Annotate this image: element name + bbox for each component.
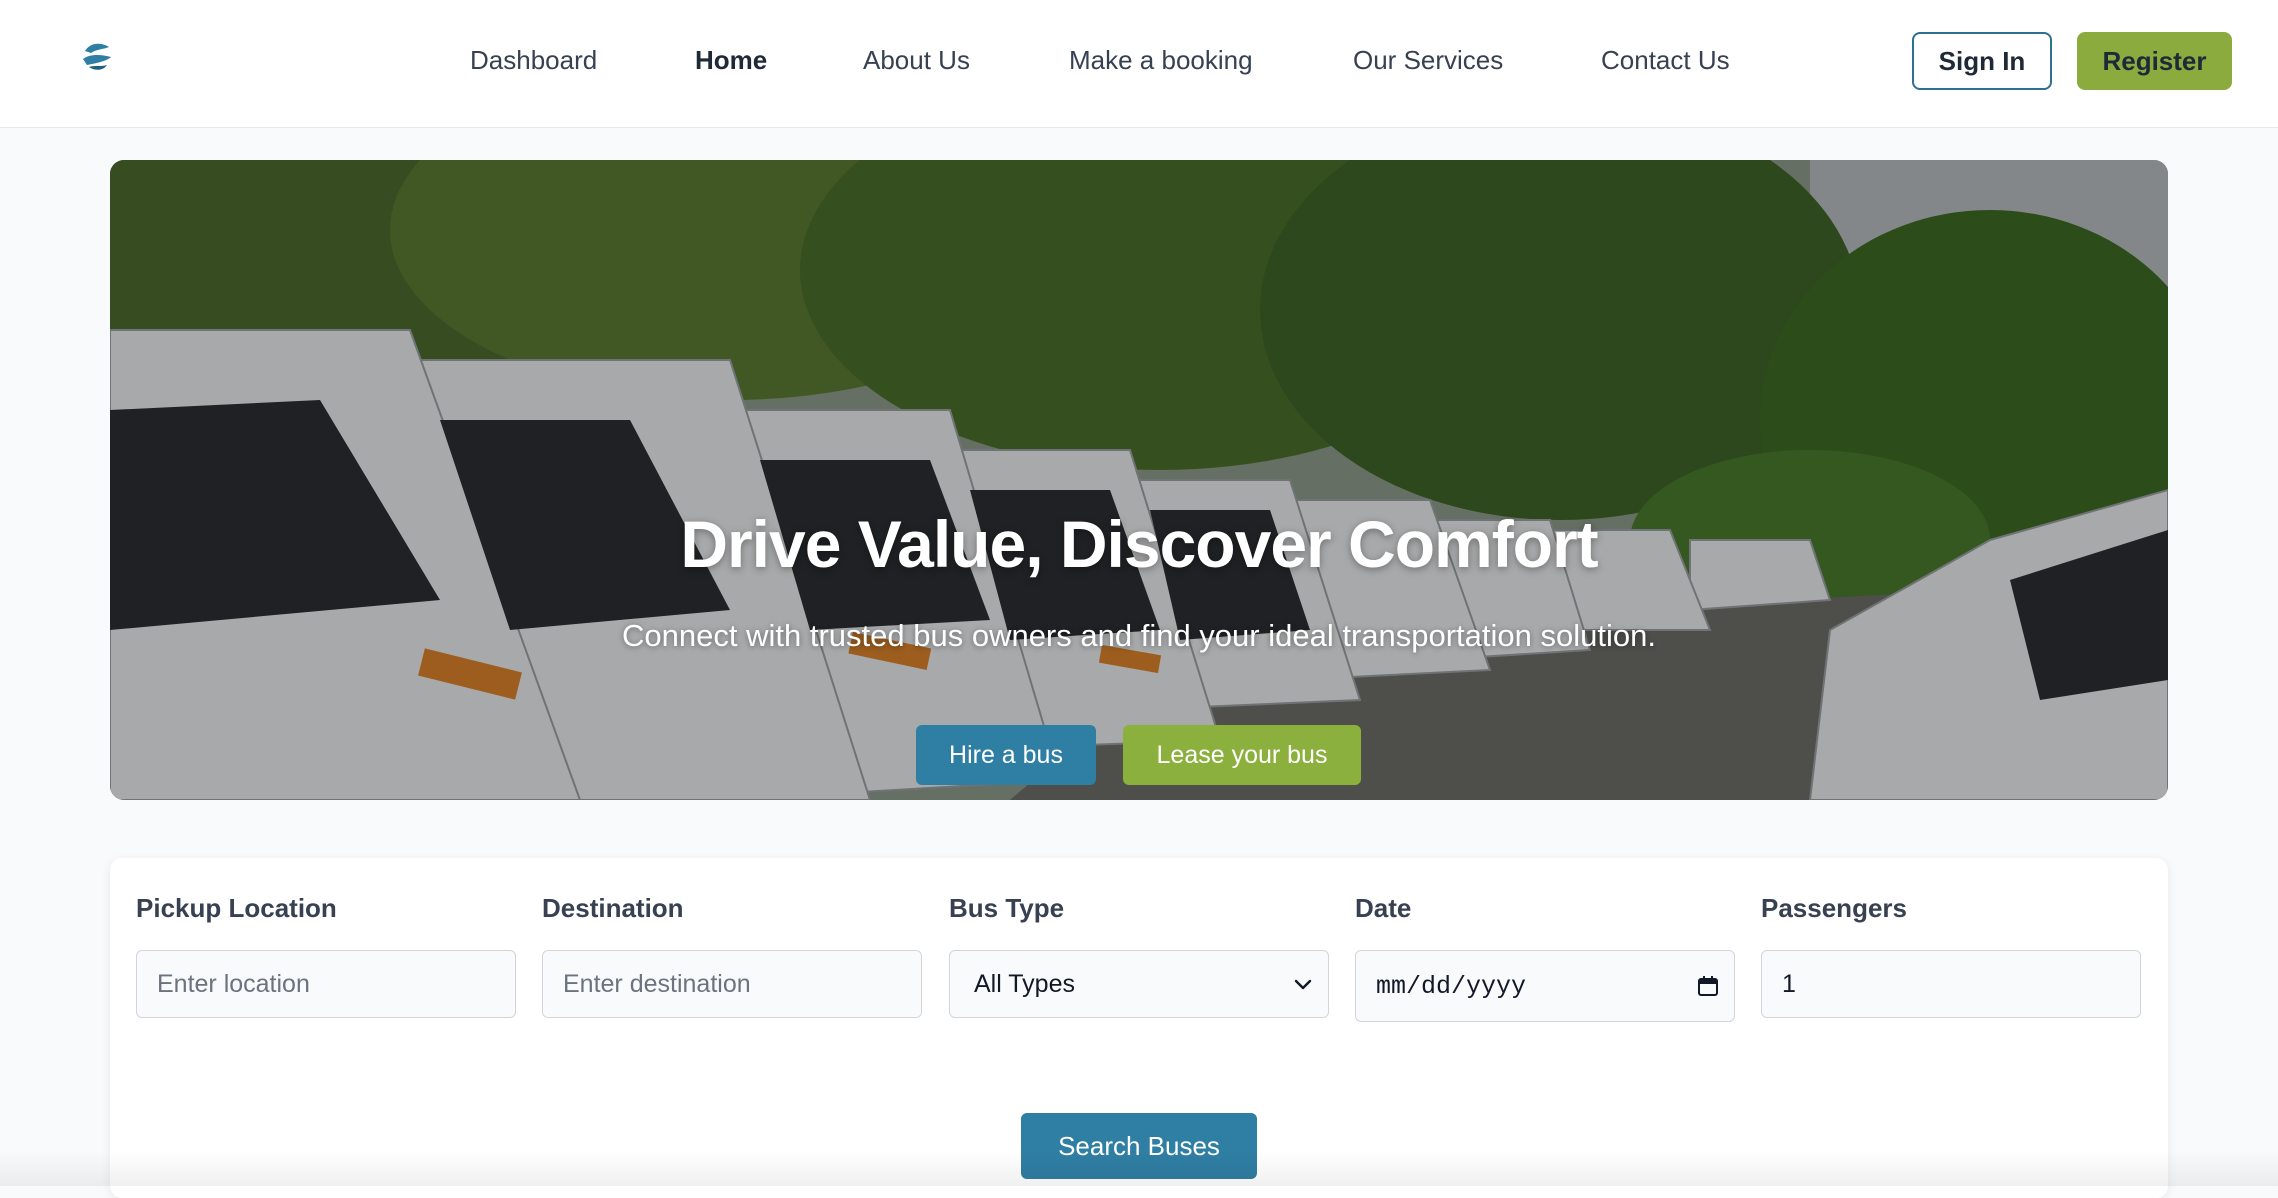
nav-make-a-booking[interactable]: Make a booking: [1069, 40, 1253, 80]
hero-banner: Drive Value, Discover Comfort Connect wi…: [110, 160, 2168, 800]
date-input[interactable]: mm/dd/yyyy: [1355, 950, 1735, 1022]
bus-search-form: Pickup Location Enter location Destinati…: [110, 858, 2168, 1198]
chevron-down-icon: [1294, 979, 1312, 990]
hire-a-bus-button[interactable]: Hire a bus: [916, 725, 1096, 785]
destination-label: Destination: [542, 893, 684, 923]
hero-subtitle: Connect with trusted bus owners and find…: [622, 618, 1656, 653]
date-label: Date: [1355, 893, 1412, 923]
passengers-input[interactable]: 1: [1761, 950, 2141, 1018]
bus-logo-icon: [83, 43, 111, 70]
lease-your-bus-button[interactable]: Lease your bus: [1123, 725, 1361, 785]
nav-home[interactable]: Home: [695, 40, 767, 80]
top-header: Dashboard Home About Us Make a booking O…: [0, 0, 2278, 128]
nav-about-us[interactable]: About Us: [863, 40, 970, 80]
pickup-location-label: Pickup Location: [136, 893, 337, 923]
register-button[interactable]: Register: [2077, 32, 2232, 90]
bus-type-label: Bus Type: [949, 893, 1065, 923]
nav-our-services[interactable]: Our Services: [1353, 40, 1503, 80]
pickup-location-input[interactable]: Enter location: [136, 950, 516, 1018]
hero-overlay: [110, 160, 2168, 800]
nav-contact-us[interactable]: Contact Us: [1601, 40, 1730, 80]
bus-type-selected-value: All Types: [974, 969, 1075, 998]
nav-dashboard[interactable]: Dashboard: [470, 40, 597, 80]
search-buses-button[interactable]: Search Buses: [1021, 1113, 1257, 1179]
hero-title: Drive Value, Discover Comfort: [680, 507, 1598, 581]
bus-type-select[interactable]: All Types: [949, 950, 1329, 1018]
date-placeholder: mm/dd/yyyy: [1376, 971, 1527, 1001]
destination-input[interactable]: Enter destination: [542, 950, 922, 1018]
site-logo[interactable]: [46, 20, 148, 94]
sign-in-button[interactable]: Sign In: [1912, 32, 2052, 90]
calendar-icon[interactable]: [1696, 974, 1720, 998]
passengers-label: Passengers: [1761, 893, 1907, 923]
